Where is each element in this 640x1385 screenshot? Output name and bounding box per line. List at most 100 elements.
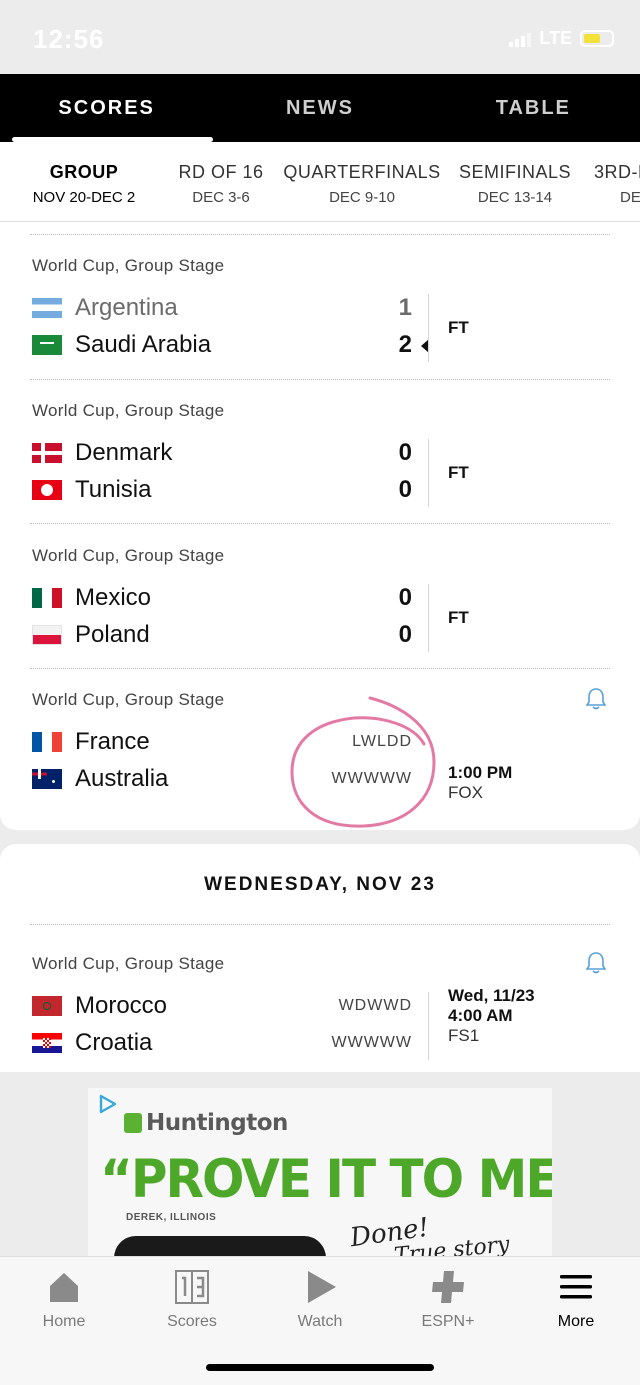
team-score: 0 — [398, 476, 412, 503]
plus-icon — [432, 1271, 464, 1303]
tv-network: FS1 — [448, 1026, 480, 1045]
team-score: 0 — [398, 584, 412, 611]
battery-icon — [580, 30, 614, 47]
tab-news[interactable]: NEWS — [213, 74, 426, 142]
game-mexico-poland[interactable]: World Cup, Group Stage Mexico 0 Poland 0… — [0, 512, 640, 656]
game-france-australia[interactable]: World Cup, Group Stage France LWLDD Aust… — [0, 656, 640, 803]
round-of-16[interactable]: RD OF 16 DEC 3-6 — [168, 142, 274, 221]
team-row: Australia WWWWW — [32, 761, 412, 797]
nav-more[interactable]: More — [512, 1257, 640, 1385]
morocco-flag — [32, 996, 62, 1016]
round-dates: DEC 3-6 — [192, 189, 250, 206]
round-third-place[interactable]: 3RD-PL DEC 1 — [580, 142, 640, 221]
nav-label: More — [557, 1313, 595, 1330]
team-row: Croatia WWWWW — [32, 1025, 412, 1061]
team-row: Saudi Arabia 2 — [32, 327, 412, 363]
team-name: Poland — [75, 621, 150, 648]
status-indicators: LTE — [509, 28, 614, 49]
round-dates: DEC 1 — [620, 189, 640, 206]
round-quarterfinals[interactable]: QUARTERFINALS DEC 9-10 — [274, 142, 450, 221]
round-dates: DEC 9-10 — [329, 189, 395, 206]
croatia-flag — [32, 1033, 62, 1053]
ad-subtitle: DEREK, ILLINOIS — [126, 1212, 217, 1223]
team-form: LWLDD — [352, 733, 412, 750]
ad-phone-image — [114, 1236, 326, 1258]
team-name: Morocco — [75, 992, 168, 1019]
team-score: 2 — [398, 331, 412, 358]
saudi-arabia-flag — [32, 335, 62, 355]
game-morocco-croatia[interactable]: World Cup, Group Stage Morocco WDWWD Cro… — [0, 920, 640, 1064]
france-flag — [32, 732, 62, 752]
poland-flag — [32, 625, 62, 645]
tab-scores[interactable]: SCORES — [0, 74, 214, 142]
team-score: 1 — [398, 294, 412, 321]
tv-network: FOX — [448, 783, 483, 802]
nav-label: Home — [42, 1313, 86, 1330]
kickoff-time: 1:00 PM — [448, 763, 513, 782]
status-bar: 12:56 LTE — [0, 0, 640, 74]
competition-label: World Cup, Group Stage — [32, 546, 225, 565]
network-type: LTE — [539, 28, 572, 48]
nav-home[interactable]: Home — [0, 1257, 128, 1385]
team-name: Tunisia — [75, 476, 152, 503]
game-status: FT — [448, 318, 469, 337]
scores-card: World Cup, Group Stage Argentina 1 Saudi… — [0, 222, 640, 830]
round-dates: DEC 13-14 — [477, 189, 553, 206]
game-denmark-tunisia[interactable]: World Cup, Group Stage Denmark 0 Tunisia… — [0, 367, 640, 511]
signal-icon — [509, 31, 532, 47]
team-form: WWWWW — [331, 1034, 412, 1051]
ad-brand: Huntington — [124, 1110, 288, 1136]
round-name: RD OF 16 — [178, 162, 264, 182]
team-name: France — [75, 728, 150, 755]
team-form: WWWWW — [331, 770, 412, 787]
bell-icon[interactable] — [584, 686, 608, 712]
team-row: France LWLDD — [32, 724, 412, 760]
team-row: Poland 0 — [32, 617, 412, 653]
team-name: Croatia — [75, 1029, 153, 1056]
round-group[interactable]: GROUP NOV 20-DEC 2 — [0, 142, 168, 221]
tab-label: NEWS — [285, 97, 354, 119]
nav-label: Scores — [167, 1313, 217, 1330]
tab-label: SCORES — [58, 97, 155, 119]
kickoff-time: 4:00 AM — [448, 1006, 513, 1025]
menu-icon — [560, 1275, 592, 1299]
mexico-flag — [32, 588, 62, 608]
divider-vertical — [428, 992, 429, 1060]
round-name: GROUP — [49, 162, 119, 182]
ad-banner[interactable]: Huntington “PROVE IT TO ME.” DEREK, ILLI… — [88, 1088, 552, 1258]
huntington-logo-icon — [124, 1113, 142, 1133]
game-argentina-saudi-arabia[interactable]: World Cup, Group Stage Argentina 1 Saudi… — [0, 222, 640, 366]
nav-label: Watch — [297, 1313, 343, 1330]
game-status: FT — [448, 608, 469, 627]
competition-label: World Cup, Group Stage — [32, 690, 225, 709]
team-name: Australia — [75, 765, 169, 792]
tab-label: TABLE — [495, 97, 571, 119]
adchoices-icon[interactable] — [98, 1094, 118, 1114]
bell-icon[interactable] — [584, 950, 608, 976]
game-time: 1:00 PM FOX — [448, 763, 512, 803]
team-name: Argentina — [75, 294, 178, 321]
team-row: Morocco WDWWD — [32, 988, 412, 1024]
australia-flag — [32, 769, 62, 789]
game-status: FT — [448, 463, 469, 482]
competition-label: World Cup, Group Stage — [32, 954, 225, 973]
round-selector[interactable]: GROUP NOV 20-DEC 2 RD OF 16 DEC 3-6 QUAR… — [0, 142, 640, 222]
nav-label: ESPN+ — [421, 1313, 475, 1330]
round-semifinals[interactable]: SEMIFINALS DEC 13-14 — [450, 142, 580, 221]
play-icon — [308, 1271, 336, 1303]
ad-brand-text: Huntington — [146, 1110, 288, 1136]
argentina-flag — [32, 298, 62, 318]
team-row: Denmark 0 — [32, 435, 412, 471]
status-time: 12:56 — [33, 24, 105, 54]
game-time: Wed, 11/23 4:00 AM FS1 — [448, 986, 535, 1046]
home-indicator[interactable] — [206, 1364, 434, 1371]
tunisia-flag — [32, 480, 62, 500]
top-tab-bar: SCORES NEWS TABLE — [0, 74, 640, 142]
team-score: 0 — [398, 439, 412, 466]
team-score: 0 — [398, 621, 412, 648]
tab-table[interactable]: TABLE — [427, 74, 640, 142]
next-day-card: WEDNESDAY, NOV 23 World Cup, Group Stage… — [0, 844, 640, 1072]
round-name: QUARTERFINALS — [283, 162, 441, 182]
competition-label: World Cup, Group Stage — [32, 256, 225, 275]
team-form: WDWWD — [338, 997, 412, 1014]
